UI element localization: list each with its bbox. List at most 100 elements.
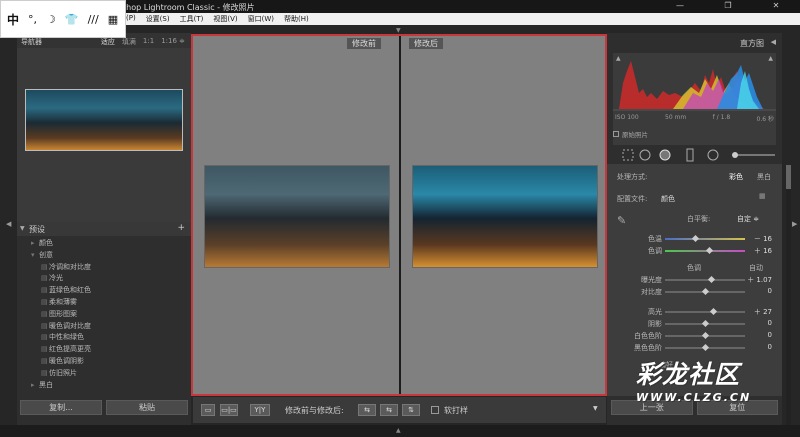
compare-view-button[interactable]: ▭|▭ (220, 404, 238, 416)
treatment-color[interactable]: 彩色 (729, 172, 743, 182)
contrast-label: 对比度 (641, 288, 662, 296)
highlights-value[interactable]: ＋ 27 (754, 307, 772, 317)
watermark-text: 彩龙社区 (636, 360, 741, 389)
preset-item[interactable]: ▤中性和绿色 (17, 332, 191, 344)
exposure-value[interactable]: ＋ 1.07 (747, 275, 772, 285)
graduated-filter-icon[interactable] (686, 148, 694, 162)
ime-grid-icon[interactable]: ▦ (108, 13, 118, 26)
wb-select[interactable]: 自定 ≑ (737, 214, 759, 224)
treatment-bw[interactable]: 黑白 (757, 172, 771, 182)
before-photo[interactable] (204, 165, 390, 268)
temp-value[interactable]: － 16 (754, 234, 772, 244)
highlights-knob[interactable] (709, 307, 718, 316)
menu-tools[interactable]: 工具(T) (180, 14, 204, 24)
preset-item[interactable]: ▤蓝绿色和红色 (17, 285, 191, 297)
preset-item[interactable]: ▤仿旧照片 (17, 368, 191, 380)
highlights-slider[interactable] (665, 311, 745, 313)
right-panel-toggle-icon[interactable]: ▶ (792, 220, 797, 228)
paste-button[interactable]: 粘贴 (106, 400, 188, 415)
brush-tool-icon[interactable] (732, 152, 738, 158)
profile-select[interactable]: 颜色 (661, 194, 675, 204)
copy-before-to-after-button[interactable]: ⇆ (358, 404, 376, 416)
exposure-knob[interactable] (707, 275, 716, 284)
preset-label: 仿旧照片 (49, 368, 77, 377)
auto-button[interactable]: 自动 (749, 263, 763, 273)
shadows-value[interactable]: 0 (768, 319, 772, 327)
swap-before-after-button[interactable]: ⇅ (402, 404, 420, 416)
original-photo-toggle[interactable]: 原始照片 (613, 129, 648, 139)
copy-button[interactable]: 复制... (20, 400, 102, 415)
scrollbar-thumb[interactable] (786, 165, 791, 189)
ime-moon-icon[interactable]: ☽ (46, 13, 56, 26)
softproof-checkbox[interactable] (431, 406, 439, 414)
histogram-title: 直方图 (740, 39, 764, 48)
menu-settings[interactable]: 设置(S) (146, 14, 170, 24)
preset-label: 中性和绿色 (49, 333, 84, 342)
original-checkbox[interactable] (613, 131, 619, 137)
add-preset-button[interactable]: + (177, 223, 185, 233)
toolbar-menu-icon[interactable]: ▼ (593, 405, 598, 412)
whites-knob[interactable] (701, 331, 710, 340)
navigator-preview (17, 48, 191, 223)
disclosure-arrow-icon: ▸ (31, 239, 35, 247)
tint-knob[interactable] (705, 246, 714, 255)
preset-icon: ▤ (41, 262, 48, 271)
crop-tool-icon[interactable] (622, 149, 634, 161)
ime-skin-icon[interactable]: 👕 (65, 13, 79, 26)
zoom-fill[interactable]: 填满 (122, 37, 136, 47)
ime-punctuation-icon[interactable]: °, (28, 13, 37, 26)
presets-title: 预设 (29, 225, 45, 234)
minimize-button[interactable]: — (656, 0, 704, 13)
radial-filter-icon[interactable] (707, 149, 719, 161)
menu-view[interactable]: 视图(V) (213, 14, 237, 24)
temp-knob[interactable] (691, 234, 700, 243)
zoom-1-1[interactable]: 1:1 (143, 37, 154, 47)
blacks-knob[interactable] (701, 343, 710, 352)
spot-removal-icon[interactable] (639, 149, 651, 161)
top-panel-toggle-icon[interactable]: ▼ (396, 27, 401, 34)
zoom-fit[interactable]: 适应 (101, 37, 115, 47)
left-panel-toggle-icon[interactable]: ◀ (6, 220, 11, 228)
preset-item[interactable]: ▤柔和薄雾 (17, 297, 191, 309)
presets-header[interactable]: ▼ 预设 + (17, 222, 191, 236)
preset-item[interactable]: ▤冷调和对比度 (17, 262, 191, 274)
temp-slider[interactable] (665, 238, 745, 240)
preset-item[interactable]: ▤图形图案 (17, 309, 191, 321)
preset-item[interactable]: ▤暖色调对比度 (17, 321, 191, 333)
close-button[interactable]: ✕ (752, 0, 800, 13)
preset-folder[interactable]: ▾ 创意 (17, 250, 191, 262)
preset-folder[interactable]: ▸ 黑白 (17, 380, 191, 392)
preset-item[interactable]: ▤红色提高更亮 (17, 344, 191, 356)
contrast-knob[interactable] (701, 287, 710, 296)
zoom-1-16[interactable]: 1:16 ≑ (161, 37, 185, 47)
navigator-thumbnail[interactable] (25, 89, 183, 151)
ime-stroke-icon[interactable]: /// (88, 13, 99, 26)
after-photo[interactable] (412, 165, 598, 268)
menu-photo[interactable]: (P) (126, 14, 136, 24)
maximize-button[interactable]: ❐ (704, 0, 752, 13)
ime-chinese-mode[interactable]: 中 (7, 11, 19, 28)
before-after-mode-button[interactable]: Y|Y (250, 404, 270, 416)
menu-help[interactable]: 帮助(H) (284, 14, 309, 24)
menu-window[interactable]: 窗口(W) (248, 14, 274, 24)
tint-value[interactable]: ＋ 16 (754, 246, 772, 256)
copy-after-to-before-button[interactable]: ⇆ (380, 404, 398, 416)
preset-item[interactable]: ▤暖色调阴影 (17, 356, 191, 368)
preset-label: 柔和薄雾 (49, 297, 77, 306)
profile-browser-icon[interactable]: ▦ (759, 192, 766, 200)
whites-value[interactable]: 0 (768, 331, 772, 339)
clip-shadow-icon[interactable]: ▲ (616, 55, 621, 62)
filmstrip-toggle-icon[interactable]: ▲ (396, 427, 401, 434)
redeye-tool-icon[interactable] (659, 149, 671, 161)
clip-highlight-icon[interactable]: ▲ (768, 55, 773, 62)
contrast-value[interactable]: 0 (768, 287, 772, 295)
preset-item[interactable]: ▤冷光 (17, 273, 191, 285)
loupe-view-button[interactable]: ▭ (201, 404, 215, 416)
blacks-value[interactable]: 0 (768, 343, 772, 351)
shadows-knob[interactable] (701, 319, 710, 328)
exposure-slider[interactable] (665, 279, 745, 281)
collapse-icon[interactable]: ◀ (771, 38, 776, 46)
right-panel-scrollbar[interactable] (786, 165, 791, 425)
preset-folder[interactable]: ▸ 颜色 (17, 238, 191, 250)
wb-eyedropper-icon[interactable]: ✎ (617, 214, 626, 227)
